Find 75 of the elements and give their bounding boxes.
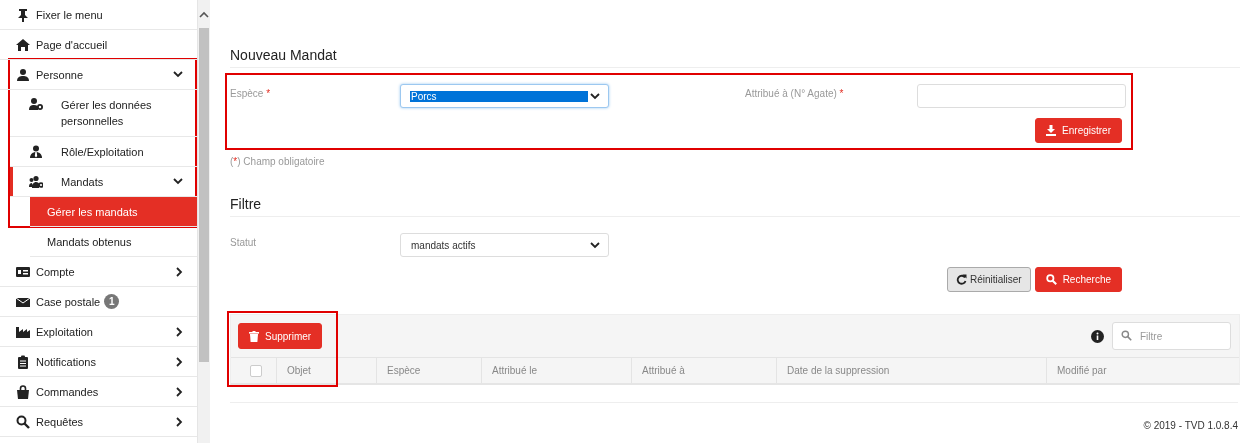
sidebar-item-label: Commandes [36,385,99,398]
section-title: Filtre [230,196,1240,217]
section-title: Nouveau Mandat [230,47,1240,68]
search-button[interactable]: Recherche [1034,267,1122,292]
search-icon [16,414,30,429]
sidebar-item[interactable]: Gérer les données personnelles [10,90,198,137]
sidebar-item[interactable]: Mandats obtenus [30,227,198,257]
sidebar-item[interactable]: Exploitation [0,317,198,347]
sidebar-item[interactable]: Compte [0,257,198,287]
sidebar-item-label: Exploitation [36,325,93,338]
bag-icon [16,384,30,399]
sidebar-item-label: Gérer les mandats [47,205,138,218]
download-icon [1046,125,1057,136]
user-tie-icon [29,144,43,159]
sidebar-item[interactable]: Fixer le menu [0,0,198,30]
users-gear-icon [29,174,43,189]
chevron-right-icon [176,356,184,367]
field-label: Attribué à (N° Agate) * [745,87,845,99]
user-gear-icon [29,97,43,111]
sidebar-item-label: Notifications [36,355,96,368]
select-all-checkbox[interactable] [250,364,262,377]
sidebar-item-label: Personne [36,68,84,81]
chevron-right-icon [176,266,184,277]
count-badge: 1 [104,294,120,309]
dropdown[interactable]: Porcs [400,84,609,108]
redo-icon [955,274,967,285]
sidebar-item[interactable]: Personne [0,60,198,90]
save-button[interactable]: Enregistrer [1035,118,1122,143]
active-indicator [10,167,13,196]
user-icon [16,67,30,82]
copyright-text: © 2019 - TVD 1.0.8.4 [1143,420,1238,431]
chevron-down-icon [173,178,184,185]
reset-button[interactable]: Réinitialiser [946,267,1031,292]
sidebar-item[interactable]: Gérer les mandats [30,197,198,227]
sidebar-item-label: Page d'accueil [36,38,108,51]
chevron-right-icon [176,386,184,397]
sidebar-item-label: Gérer les données personnelles [61,98,153,129]
column-header[interactable]: Attribué le [481,358,631,383]
sidebar-item-label: Case postale [36,295,101,308]
chevron-right-icon [176,416,184,427]
sidebar-item[interactable]: Requêtes [0,407,198,437]
field-label: Espèce * [230,87,272,99]
sidebar-item-label: Rôle/Exploitation [61,145,144,158]
scroll-up-icon[interactable] [199,11,210,19]
delete-button[interactable]: Supprimer [238,323,323,349]
home-icon [16,37,30,52]
sidebar-item[interactable]: Case postale 1 [0,287,198,317]
sidebar-item[interactable]: Notifications [0,347,198,377]
sidebar-item[interactable]: Page d'accueil [0,30,198,60]
search-icon [1045,274,1057,285]
sidebar-item[interactable]: Commandes [0,377,198,407]
sidebar-item-label: Requêtes [36,415,84,428]
info-icon[interactable] [1091,329,1104,343]
chevron-down-icon [590,241,600,249]
chevron-down-icon [590,92,600,100]
clipboard-icon [16,354,30,369]
sidebar-item[interactable]: Rôle/Exploitation [10,137,198,167]
sidebar-item-label: Mandats obtenus [47,235,132,248]
trash-icon [249,330,259,342]
factory-icon [16,324,30,339]
chevron-down-icon [173,71,184,78]
sidebar-item-label: Fixer le menu [36,8,103,21]
filter-field[interactable]: Filtre [1112,322,1231,350]
required-field-note: (*) Champ obligatoire [230,156,326,167]
pin-icon [16,7,30,22]
search-icon [1121,330,1132,341]
field-label: Statut [230,236,258,248]
sidebar-item-label: Mandats [61,175,104,188]
sidebar-item-label: Compte [36,265,75,278]
input-field[interactable] [917,84,1126,108]
chevron-right-icon [176,326,184,337]
scrollbar[interactable] [198,0,210,443]
card-icon [16,264,30,279]
scrollbar-thumb[interactable] [199,28,209,362]
dropdown[interactable]: mandats actifs [400,233,609,257]
